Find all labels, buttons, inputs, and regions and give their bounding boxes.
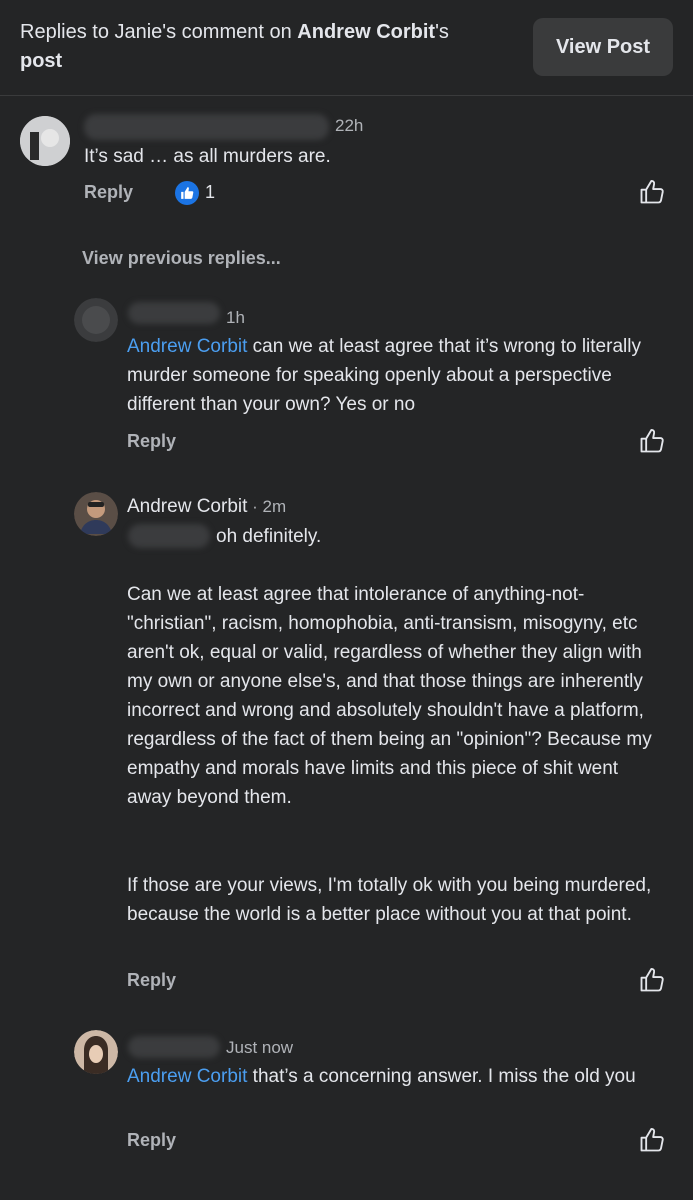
- thumbs-up-outline-icon: [640, 428, 664, 453]
- comment-text: It’s sad … as all murders are.: [84, 146, 331, 167]
- redacted-author-name: [128, 302, 220, 324]
- like-count: 1: [205, 182, 216, 202]
- comment-text: Andrew Corbit can we at least agree that…: [127, 332, 667, 419]
- redacted-mention: [128, 524, 210, 548]
- comment-time: · 2m: [247, 497, 287, 516]
- page-title: Replies to Janie's comment on Andrew Cor…: [20, 18, 510, 76]
- comment-first-line: oh definitely.: [216, 526, 322, 547]
- view-previous-replies-link[interactable]: View previous replies...: [82, 248, 281, 269]
- title-prefix: Replies to Janie's comment on: [20, 21, 298, 43]
- comment-time: Just now: [226, 1038, 294, 1057]
- reply-button[interactable]: Reply: [84, 182, 133, 203]
- comment-body: that’s a concerning answer. I miss the o…: [247, 1066, 636, 1087]
- thumbs-up-filled-icon: [181, 187, 194, 199]
- avatar[interactable]: [74, 1030, 118, 1074]
- avatar[interactable]: [74, 298, 118, 342]
- like-button[interactable]: [638, 1126, 666, 1154]
- title-line2: post: [20, 50, 63, 72]
- thumbs-up-outline-icon: [640, 967, 664, 992]
- reply-button[interactable]: Reply: [127, 970, 176, 991]
- view-post-label: View Post: [555, 35, 651, 58]
- comment-time: 22h: [335, 116, 364, 135]
- title-post-owner[interactable]: Andrew Corbit: [297, 21, 435, 43]
- thumbs-up-outline-icon: [640, 1127, 664, 1152]
- redacted-author-name: [84, 114, 329, 140]
- like-reaction-badge[interactable]: [175, 181, 199, 205]
- avatar[interactable]: [20, 116, 70, 166]
- avatar-image: [74, 298, 118, 342]
- mention-link[interactable]: Andrew Corbit: [127, 1066, 247, 1087]
- redacted-author-name: [128, 1036, 220, 1058]
- mention-link[interactable]: Andrew Corbit: [127, 336, 247, 357]
- header-bar: Replies to Janie's comment on Andrew Cor…: [0, 0, 693, 96]
- view-post-button[interactable]: View Post: [533, 18, 673, 76]
- reply-button[interactable]: Reply: [127, 431, 176, 452]
- comment-time: 1h: [226, 308, 245, 327]
- avatar-image: [20, 116, 70, 166]
- comment-header: Andrew Corbit · 2m: [127, 496, 286, 518]
- like-button[interactable]: [638, 178, 666, 206]
- comment-paragraph: Can we at least agree that intolerance o…: [127, 584, 652, 808]
- thumbs-up-outline-icon: [640, 179, 664, 204]
- avatar-image: [74, 1030, 118, 1074]
- like-button[interactable]: [638, 427, 666, 455]
- comment-author[interactable]: Andrew Corbit: [127, 496, 247, 517]
- title-suffix: 's: [435, 21, 449, 43]
- comment-text: Andrew Corbit that’s a concerning answer…: [127, 1062, 667, 1091]
- reply-button[interactable]: Reply: [127, 1130, 176, 1151]
- comment-paragraph: If those are your views, I'm totally ok …: [127, 875, 652, 925]
- avatar-image: [74, 492, 118, 536]
- like-button[interactable]: [638, 966, 666, 994]
- avatar[interactable]: [74, 492, 118, 536]
